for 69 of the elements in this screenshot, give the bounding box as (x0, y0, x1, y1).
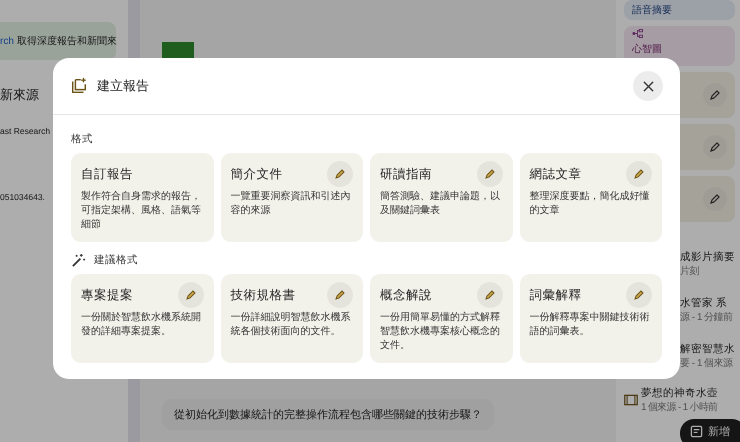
edit-button[interactable] (327, 161, 353, 187)
format-card[interactable]: 詞彙解釋 一份解釋專案中關鍵技術術語的詞彙表。 (520, 274, 662, 363)
format-title: 網誌文章 (530, 166, 582, 182)
edit-button[interactable] (703, 135, 727, 159)
format-card[interactable]: 簡介文件 一覽重要洞察資訊和引述內容的來源 (220, 153, 363, 242)
promo-text: 取得深度報告和新聞來 (16, 34, 117, 48)
edit-button[interactable] (327, 282, 353, 308)
mind-map-label: 心智圖 (632, 42, 663, 56)
note-icon (690, 425, 703, 438)
pencil-icon (484, 289, 496, 301)
note-title[interactable]: 夢想的神奇水壺 (641, 386, 718, 400)
format-description: 簡答測驗、建議申論題，以及關鍵詞彙表 (380, 190, 501, 218)
edit-button[interactable] (476, 282, 502, 308)
note-title[interactable]: 水管家 系 (680, 296, 733, 310)
pencil-icon (709, 193, 721, 205)
suggested-question[interactable]: 從初始化到數據統計的完整操作流程包含哪些關鍵的技術步驟？ (162, 399, 494, 430)
format-card[interactable]: 概念解說 一份用簡單易懂的方式解釋智慧飲水機專案核心概念的文件。 (370, 274, 512, 363)
edit-button[interactable] (703, 83, 727, 107)
format-card[interactable]: 網誌文章 整理深度要點，簡化成好懂的文章 (520, 153, 662, 242)
pencil-icon (709, 89, 721, 101)
magic-wand-icon (71, 252, 86, 268)
promo-link[interactable]: rch (0, 36, 14, 46)
edit-button[interactable] (626, 282, 652, 308)
pencil-icon (709, 141, 721, 153)
dialog-title: 建立報告 (97, 77, 150, 95)
format-description: 一份關於智慧飲水機系統開發的詳細專案提案。 (81, 311, 202, 339)
format-card[interactable]: 專案提案 一份關於智慧飲水機系統開發的詳細專案提案。 (71, 274, 214, 363)
add-note-button[interactable]: 新增 (680, 419, 740, 442)
section-heading: 格式 (71, 132, 93, 146)
section-heading: 建議格式 (94, 253, 138, 267)
close-icon (642, 80, 654, 92)
note-title[interactable]: 解密智慧水 (680, 342, 735, 356)
format-title: 技術規格書 (230, 286, 296, 304)
note-meta: 源 - 1 分鐘前 (680, 311, 733, 324)
note-meta: 要 - 1 個來源 (680, 356, 734, 370)
format-description: 一覽重要洞察資訊和引述內容的來源 (230, 190, 352, 218)
audio-summary-tile[interactable]: 語音摘要 (624, 0, 735, 20)
report-add-icon (70, 77, 88, 95)
format-title: 概念解說 (380, 286, 432, 304)
edit-button[interactable] (626, 161, 652, 187)
pencil-icon (334, 289, 346, 301)
format-title: 簡介文件 (230, 166, 282, 182)
pencil-icon (633, 168, 645, 180)
format-title: 詞彙解釋 (530, 286, 582, 304)
format-description: 一份解釋專案中關鍵技術術語的詞彙表。 (530, 311, 650, 339)
mind-map-tile[interactable]: 心智圖 (624, 26, 735, 66)
format-card[interactable]: 自訂報告 製作符合自身需求的報告，可指定架構、風格、語氣等細節 (71, 153, 214, 242)
note-title[interactable]: 成影片摘要 (680, 250, 735, 264)
pencil-icon (184, 289, 196, 301)
film-icon (624, 394, 638, 406)
pencil-icon (334, 168, 346, 180)
format-description: 製作符合自身需求的報告，可指定架構、風格、語氣等細節 (81, 190, 202, 232)
edit-button[interactable] (703, 187, 727, 211)
format-title: 自訂報告 (81, 166, 133, 182)
format-card[interactable]: 技術規格書 一份詳細說明智慧飲水機系統各個技術面向的文件。 (220, 274, 363, 363)
format-title: 研讀指南 (380, 166, 432, 182)
edit-button[interactable] (476, 161, 502, 187)
mind-map-icon (632, 29, 643, 38)
pencil-icon (633, 289, 645, 301)
format-description: 一份詳細說明智慧飲水機系統各個技術面向的文件。 (230, 311, 352, 339)
note-meta: 片刻 (680, 264, 700, 278)
pencil-icon (484, 168, 496, 180)
note-meta: 1 個來源 - 1 小時前 (641, 400, 718, 414)
format-title: 專案提案 (81, 286, 133, 304)
format-description: 一份用簡單易懂的方式解釋智慧飲水機專案核心概念的文件。 (380, 311, 501, 353)
format-card[interactable]: 研讀指南 簡答測驗、建議申論題，以及關鍵詞彙表 (370, 153, 512, 242)
format-description: 整理深度要點，簡化成好懂的文章 (530, 190, 650, 218)
edit-button[interactable] (178, 282, 204, 308)
close-button[interactable] (633, 71, 663, 101)
